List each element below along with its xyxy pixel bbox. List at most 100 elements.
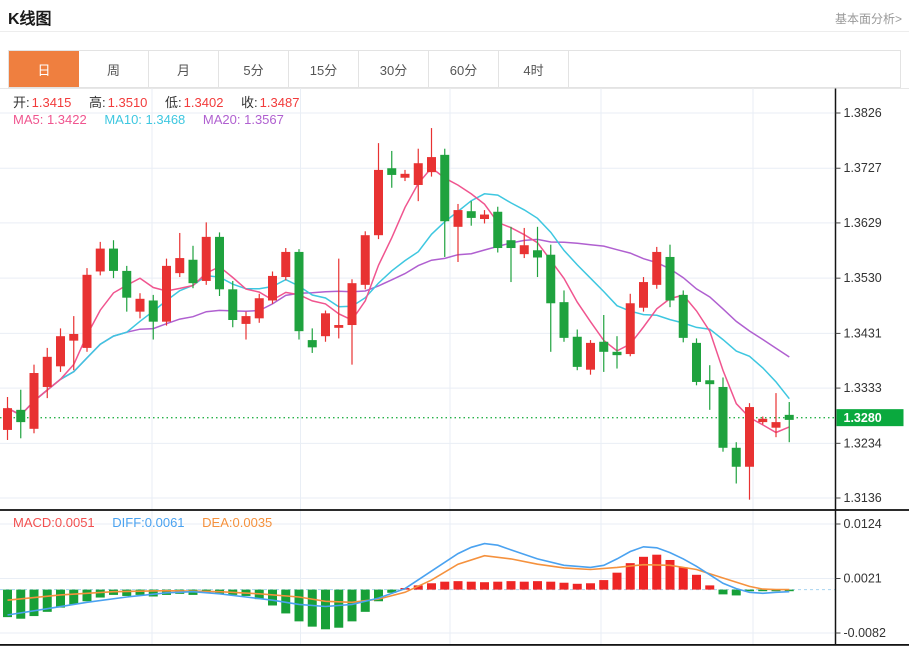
candle-body [69,334,78,341]
candle-body [745,407,754,467]
candle-body [560,302,569,338]
macd-bar [454,581,463,589]
macd-bar [69,590,78,605]
macd-bar [348,590,357,622]
macd-bar [599,580,608,590]
macd-bar [427,583,436,589]
candle-body [440,155,449,221]
ma10-line [8,194,790,415]
axis-tick-label: 1.3431 [844,326,882,340]
candle-body [374,170,383,235]
candle-body [242,316,251,324]
macd-bar [652,555,661,590]
kline-chart-app: K线图 基本面分析> 日周月5分15分30分60分4时 1.38261.3727… [0,0,909,647]
candle-body [758,419,767,422]
macd-bar [56,590,65,608]
candle-body [361,235,370,285]
candle-body [401,174,410,178]
macd-bar [520,582,529,590]
candle-body [83,275,92,348]
close-value: 1.3487 [260,95,300,110]
macd-bar [679,567,688,589]
close-label: 收: [241,95,258,110]
candle-body [507,240,516,248]
candle-body [705,380,714,384]
axis-labels: 1.38261.37271.36291.35301.34311.33331.32… [836,106,886,640]
candle-body [387,168,396,175]
axis-tick-label: 1.3136 [844,491,882,505]
low-value: 1.3402 [184,95,224,110]
candle-body [732,448,741,467]
candle-body [136,299,145,312]
candle-body [281,252,290,277]
macd-bar [16,590,25,619]
open-value: 1.3415 [32,95,72,110]
macd-bar [268,590,277,606]
candle-body [215,237,224,289]
macd-bar [719,590,728,595]
axis-tick-label: 0.0124 [844,517,882,531]
high-label: 高: [89,95,106,110]
macd-legend-value: MACD:0.0051 [13,515,95,530]
candle-body [56,336,65,366]
macd-bar [96,590,105,598]
axis-tick-label: 0.0021 [844,572,882,586]
candle-body [162,266,171,322]
candle-body [626,303,635,354]
candle-body [321,313,330,336]
axis-tick-label: 1.3234 [844,436,882,450]
macd-bar [440,582,449,590]
candle-body [652,252,661,285]
candle-body [719,387,728,448]
ma5-legend-value: MA5: 1.3422 [13,112,87,127]
current-price-badge: 1.3280 [837,409,904,426]
macd-bar [295,590,304,622]
macd-bar [308,590,317,627]
candle-body [639,282,648,308]
candle-body [149,300,158,321]
macd-bar [692,575,701,590]
macd-legend: MACD:0.0051 DIFF:0.0061 DEA:0.0035 [13,515,286,530]
macd-bar [533,581,542,589]
axis-tick-label: 1.3333 [844,381,882,395]
candle-body [427,157,436,172]
candle-body [255,298,264,318]
candle-body [308,340,317,347]
candle-body [109,249,118,271]
candle-body [454,210,463,227]
panel-divider [0,509,909,511]
candle-body [613,352,622,355]
candle-body [122,271,131,298]
candle-body [16,410,25,422]
macd-bar [705,585,714,589]
macd-bar [573,584,582,590]
candle-body [599,342,608,352]
macd-bar [467,582,476,590]
candle-body [175,258,184,273]
macd-bar [493,582,502,590]
candle-body [3,408,12,430]
candle-body [546,255,555,304]
axis-tick-label: 1.3727 [844,161,882,175]
bottom-border [0,644,909,646]
candle-body [414,163,423,185]
macd-bar [122,590,131,596]
candle-body [679,295,688,338]
ma20-legend-value: MA20: 1.3567 [203,112,284,127]
macd-bar [732,590,741,596]
candle-body [573,337,582,367]
macd-bar [560,583,569,590]
macd-bar [507,581,516,589]
axis-tick-label: 1.3530 [844,271,882,285]
candle-body [467,211,476,218]
macd-bar [83,590,92,602]
candles [3,128,794,500]
candle-body [30,373,39,429]
candle-body [692,343,701,382]
low-label: 低: [165,95,182,110]
macd-bar [321,590,330,630]
ma10-legend-value: MA10: 1.3468 [104,112,185,127]
candle-body [348,283,357,325]
dea-legend-value: DEA:0.0035 [202,515,272,530]
axes [0,89,909,646]
